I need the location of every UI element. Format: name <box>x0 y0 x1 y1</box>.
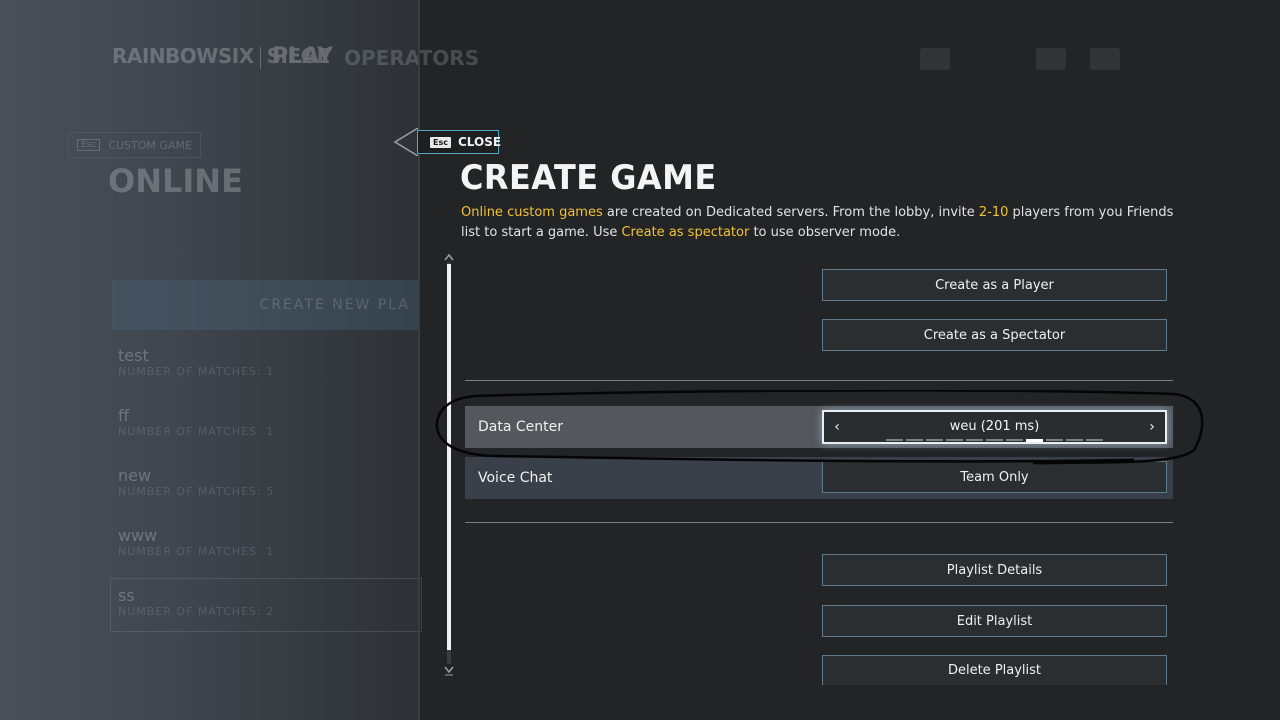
background-back-button: Esc CUSTOM GAME <box>68 132 201 158</box>
create-as-player-button[interactable]: Create as a Player <box>822 269 1167 301</box>
list-item: www NUMBER OF MATCHES: 1 <box>118 526 275 558</box>
divider <box>465 522 1173 523</box>
edit-playlist-button[interactable]: Edit Playlist <box>822 605 1167 637</box>
dialog-edge <box>418 0 420 720</box>
scroll-up-icon[interactable] <box>443 252 455 262</box>
list-item: new NUMBER OF MATCHES: 5 <box>118 466 275 498</box>
dialog-description: Online custom games are created on Dedic… <box>461 205 1174 240</box>
close-label: CLOSE <box>457 135 502 149</box>
divider <box>465 380 1173 381</box>
pointer-arrow-icon <box>393 128 419 156</box>
delete-playlist-button[interactable]: Delete Playlist <box>822 655 1167 685</box>
highlight-online-custom-games: Online custom games <box>461 205 603 220</box>
dialog-title: CREATE GAME <box>460 158 717 198</box>
social-icon <box>1036 48 1066 70</box>
playlist-details-button[interactable]: Playlist Details <box>822 554 1167 586</box>
hand-drawn-annotation-circle <box>435 390 1204 465</box>
create-as-spectator-button[interactable]: Create as a Spectator <box>822 319 1167 351</box>
currency-icon <box>920 48 950 70</box>
nav-operators: OPERATORS <box>344 46 480 70</box>
highlight-player-range: 2-10 <box>978 205 1009 220</box>
background-create-new-button: CREATE NEW PLA <box>112 280 420 330</box>
close-button[interactable]: Esc CLOSE <box>417 130 502 154</box>
esc-key-icon: Esc <box>430 136 451 148</box>
nav-play: PLAY <box>272 44 333 69</box>
highlight-create-as-spectator: Create as spectator <box>621 225 750 240</box>
scroll-down-icon[interactable] <box>443 664 455 676</box>
list-item: ff NUMBER OF MATCHES: 1 <box>118 406 275 438</box>
list-item: ss NUMBER OF MATCHES: 2 <box>118 586 275 618</box>
background-page-title: ONLINE <box>108 162 243 200</box>
list-item: test NUMBER OF MATCHES: 1 <box>118 346 275 378</box>
settings-icon <box>1090 48 1120 70</box>
